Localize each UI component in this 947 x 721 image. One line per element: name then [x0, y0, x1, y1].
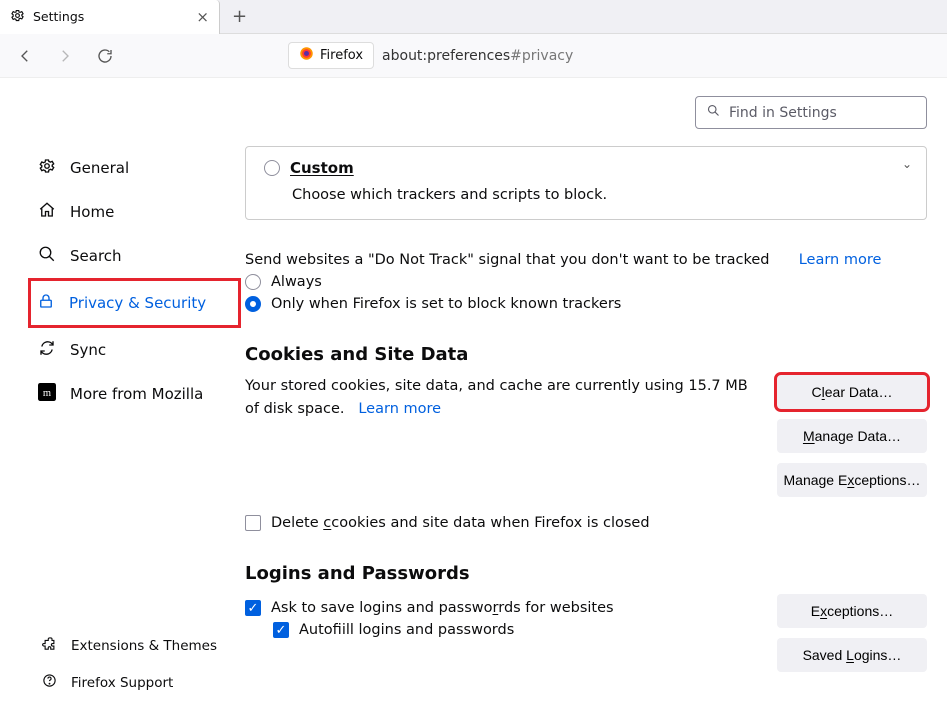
- cookies-learn-more-link[interactable]: Learn more: [358, 401, 441, 417]
- search-icon: [38, 245, 56, 267]
- cookies-description: Your stored cookies, site data, and cach…: [245, 375, 757, 421]
- sidebar-item-label: Privacy & Security: [69, 294, 206, 312]
- autofill-logins-option[interactable]: ✓ Autofiill logins and passwords: [273, 622, 757, 638]
- firefox-icon: [299, 46, 314, 65]
- logins-exceptions-button[interactable]: Exceptions…: [777, 594, 927, 628]
- home-icon: [38, 201, 56, 223]
- lock-icon: [37, 292, 55, 314]
- radio-selected-icon[interactable]: [245, 296, 261, 312]
- checkbox-checked-icon[interactable]: ✓: [245, 600, 261, 616]
- option-label: Always: [271, 274, 322, 290]
- custom-subtitle: Choose which trackers and scripts to blo…: [292, 187, 908, 203]
- tab-strip: Settings × +: [0, 0, 947, 34]
- close-icon[interactable]: ×: [196, 8, 209, 26]
- dnt-intro-text: Send websites a "Do Not Track" signal th…: [245, 252, 770, 268]
- forward-button[interactable]: [48, 40, 82, 72]
- identity-label: Firefox: [320, 48, 363, 63]
- gear-icon: [10, 8, 25, 26]
- sidebar-item-home[interactable]: Home: [0, 190, 245, 234]
- settings-sidebar: General Home Search Privacy & Security S…: [0, 78, 245, 721]
- sidebar-item-label: Sync: [70, 341, 106, 359]
- sidebar-item-extensions[interactable]: Extensions & Themes: [0, 627, 245, 664]
- checkbox-checked-icon[interactable]: ✓: [273, 622, 289, 638]
- option-label: Delete ccookies and site data when Firef…: [271, 515, 650, 531]
- checkbox-icon[interactable]: [245, 515, 261, 531]
- dnt-option-known-trackers[interactable]: Only when Firefox is set to block known …: [245, 296, 927, 312]
- custom-title: Custom: [290, 159, 354, 177]
- sync-icon: [38, 339, 56, 361]
- clear-data-button[interactable]: Clear Data…: [777, 375, 927, 409]
- sidebar-item-search[interactable]: Search: [0, 234, 245, 278]
- sidebar-item-label: More from Mozilla: [70, 385, 203, 403]
- saved-logins-button[interactable]: Saved Logins…: [777, 638, 927, 672]
- mozilla-icon: m: [38, 383, 56, 405]
- main-content: Custom ⌄ Choose which trackers and scrip…: [245, 78, 947, 721]
- option-label: Autofiill logins and passwords: [299, 622, 514, 638]
- dnt-option-always[interactable]: Always: [245, 274, 927, 290]
- nav-toolbar: Firefox about:preferences#privacy: [0, 34, 947, 78]
- find-in-settings[interactable]: Find in Settings: [695, 96, 927, 129]
- custom-tracking-option[interactable]: Custom ⌄ Choose which trackers and scrip…: [245, 146, 927, 220]
- chevron-down-icon[interactable]: ⌄: [902, 157, 912, 171]
- gear-icon: [38, 157, 56, 179]
- sidebar-item-sync[interactable]: Sync: [0, 328, 245, 372]
- help-icon: [42, 673, 57, 692]
- delete-on-close-option[interactable]: Delete ccookies and site data when Firef…: [245, 515, 927, 531]
- svg-text:m: m: [43, 388, 51, 399]
- dnt-learn-more-link[interactable]: Learn more: [799, 252, 882, 268]
- sidebar-item-general[interactable]: General: [0, 146, 245, 190]
- sidebar-item-label: Home: [70, 203, 114, 221]
- url-bar[interactable]: Firefox about:preferences#privacy: [288, 42, 573, 69]
- identity-chip[interactable]: Firefox: [288, 42, 374, 69]
- sidebar-item-more-mozilla[interactable]: m More from Mozilla: [0, 372, 245, 416]
- url-text: about:preferences#privacy: [382, 48, 573, 64]
- radio-icon[interactable]: [245, 274, 261, 290]
- search-icon: [706, 103, 721, 122]
- manage-exceptions-button[interactable]: Manage Exceptions…: [777, 463, 927, 497]
- manage-data-button[interactable]: Manage Data…: [777, 419, 927, 453]
- option-label: Only when Firefox is set to block known …: [271, 296, 621, 312]
- sidebar-item-label: General: [70, 159, 129, 177]
- tab-title: Settings: [33, 9, 84, 24]
- puzzle-icon: [42, 636, 57, 655]
- option-label: Ask to save logins and passworrds for we…: [271, 600, 614, 616]
- ask-save-logins-option[interactable]: ✓ Ask to save logins and passworrds for …: [245, 600, 757, 616]
- sidebar-item-label: Search: [70, 247, 122, 265]
- sidebar-item-label: Firefox Support: [71, 675, 173, 691]
- new-tab-button[interactable]: +: [220, 6, 259, 27]
- tab-settings[interactable]: Settings ×: [0, 0, 220, 34]
- sidebar-item-privacy[interactable]: Privacy & Security: [28, 278, 241, 328]
- find-placeholder: Find in Settings: [729, 105, 837, 121]
- back-button[interactable]: [8, 40, 42, 72]
- reload-button[interactable]: [88, 40, 122, 72]
- logins-heading: Logins and Passwords: [245, 563, 927, 584]
- cookies-heading: Cookies and Site Data: [245, 344, 927, 365]
- radio-icon[interactable]: [264, 160, 280, 176]
- sidebar-item-label: Extensions & Themes: [71, 638, 217, 654]
- sidebar-item-support[interactable]: Firefox Support: [0, 664, 245, 701]
